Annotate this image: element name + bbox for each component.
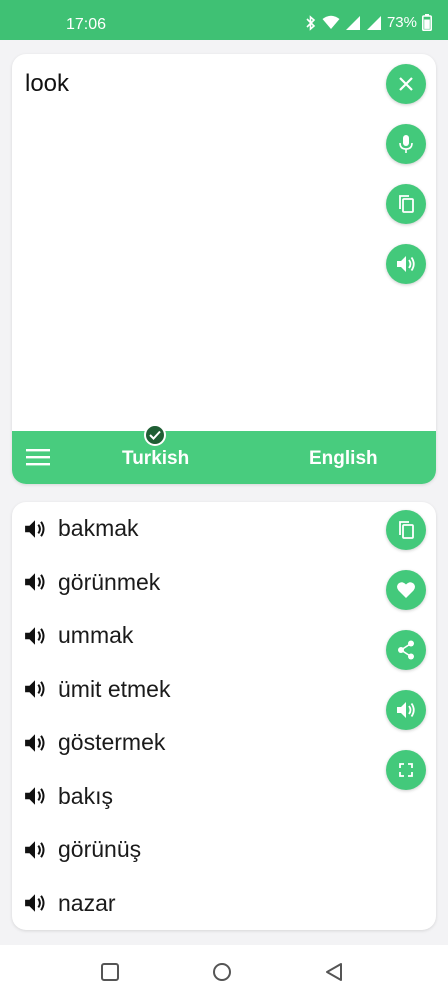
list-item[interactable]: göstermek [24,716,170,770]
target-language[interactable]: English [309,448,378,470]
speaker-icon [397,256,415,272]
status-icons: 73% [305,14,432,31]
speaker-icon[interactable] [24,785,46,807]
speaker-icon[interactable] [24,892,46,914]
result-word: bakmak [58,515,139,542]
list-item[interactable]: nazar [24,877,170,931]
list-item[interactable]: ümit etmek [24,663,170,717]
speaker-icon[interactable] [24,678,46,700]
mic-icon [399,135,413,153]
recents-icon[interactable] [100,962,120,982]
speak-results-button[interactable] [386,690,426,730]
list-item[interactable]: görünüş [24,823,170,877]
wifi-icon [322,15,340,29]
battery-percent: 73% [386,14,417,31]
clear-button[interactable] [386,64,426,104]
result-word: bakış [58,782,113,809]
signal-icon [366,15,381,30]
heart-icon [397,582,415,598]
results-list: bakmak görünmek ummak ümit etmek gösterm… [24,502,170,930]
fullscreen-icon [399,763,413,777]
speaker-icon[interactable] [24,839,46,861]
input-text[interactable]: look [25,70,69,98]
back-icon[interactable] [324,962,344,982]
speaker-icon[interactable] [24,518,46,540]
result-word: görünmek [58,568,161,595]
list-item[interactable]: görünmek [24,556,170,610]
result-word: ummak [58,622,134,649]
source-language[interactable]: Turkish [122,448,189,470]
speaker-icon[interactable] [24,732,46,754]
selected-check-icon [144,424,166,446]
status-bar: 17:06 73% [0,0,448,40]
mic-button[interactable] [386,124,426,164]
copy-results-button[interactable] [386,510,426,550]
share-button[interactable] [386,630,426,670]
close-icon [399,77,413,91]
language-bar: Turkish English [12,431,436,484]
speaker-icon[interactable] [24,571,46,593]
copy-icon [399,521,414,539]
speaker-icon [397,702,415,718]
result-word: göstermek [58,729,166,756]
share-icon [398,640,414,660]
home-icon[interactable] [211,962,233,984]
result-word: nazar [58,889,116,916]
fullscreen-button[interactable] [386,750,426,790]
input-card: look Turkish English [12,54,436,484]
speak-input-button[interactable] [386,244,426,284]
menu-icon[interactable] [26,447,50,467]
result-word: ümit etmek [58,675,171,702]
speaker-icon[interactable] [24,625,46,647]
navigation-bar [0,945,448,1000]
status-time: 17:06 [66,16,107,33]
results-card: bakmak görünmek ummak ümit etmek gösterm… [12,502,436,930]
list-item[interactable]: ummak [24,609,170,663]
signal-icon [345,15,360,30]
result-word: görünüş [58,836,142,863]
copy-icon [399,195,414,213]
list-item[interactable]: bakış [24,770,170,824]
bluetooth-icon [306,14,316,31]
battery-icon [422,14,432,31]
copy-input-button[interactable] [386,184,426,224]
favorite-button[interactable] [386,570,426,610]
list-item[interactable]: bakmak [24,502,170,556]
